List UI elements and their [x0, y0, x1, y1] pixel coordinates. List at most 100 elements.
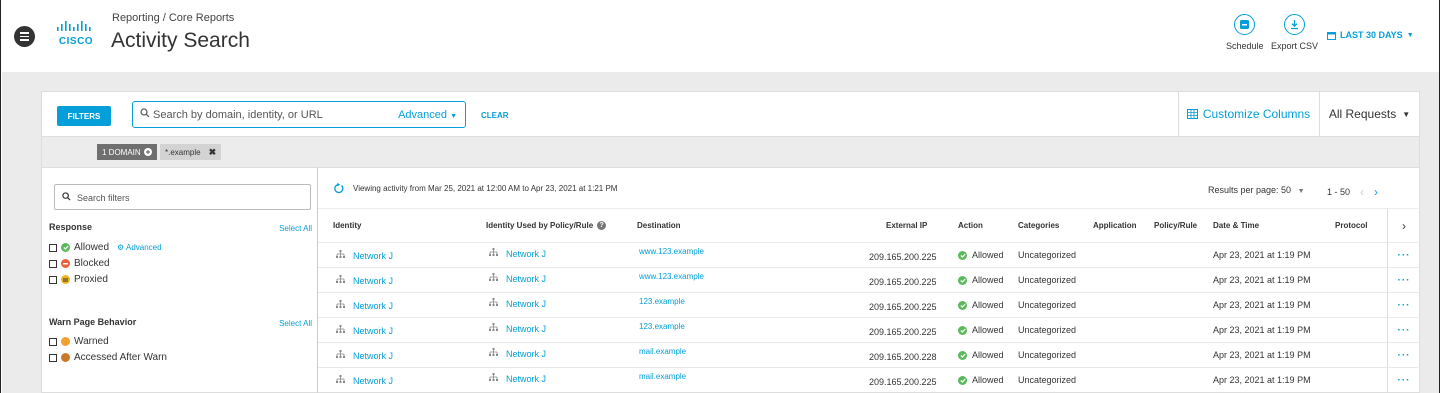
identity-cell[interactable]: Network J	[336, 375, 393, 386]
policy-identity-link[interactable]: Network J	[506, 324, 546, 334]
identity-cell[interactable]: Network J	[336, 325, 393, 336]
prev-page-icon[interactable]: ‹	[1360, 185, 1364, 199]
table-row[interactable]: Network J Network J mail.example 209.165.20…	[318, 342, 1420, 367]
policy-identity-cell[interactable]: Network J	[489, 348, 546, 359]
filter-option-allowed[interactable]: Allowed ⚙ Advanced	[49, 242, 162, 253]
accessed-status-icon	[61, 353, 70, 362]
filter-option-warned[interactable]: Warned	[49, 336, 109, 347]
policy-identity-link[interactable]: Network J	[506, 274, 546, 284]
domain-filter-chip[interactable]: 1 DOMAIN	[97, 144, 157, 160]
table-row[interactable]: Network J Network J www.123.example 209.165…	[318, 242, 1420, 267]
identity-link[interactable]: Network J	[353, 301, 393, 311]
policy-identity-cell[interactable]: Network J	[489, 323, 546, 334]
response-section-title: Response	[49, 222, 93, 232]
row-menu-icon[interactable]: ···	[1387, 293, 1420, 317]
activity-search-input[interactable]	[153, 106, 393, 124]
date-range-dropdown[interactable]: LAST 30 DAYS ▼	[1327, 30, 1414, 40]
export-csv-button[interactable]: Export CSV	[1271, 14, 1318, 51]
identity-link[interactable]: Network J	[353, 376, 393, 386]
results-panel: Viewing activity from Mar 25, 2021 at 12…	[318, 167, 1420, 393]
column-header-identity-used[interactable]: Identity Used by Policy/Rule ?	[486, 221, 607, 230]
advanced-link[interactable]: ⚙ Advanced	[117, 243, 162, 252]
checkbox[interactable]	[49, 259, 57, 268]
column-header-action[interactable]: Action	[958, 221, 983, 230]
results-per-page-select[interactable]: Results per page: 50 ▼	[1208, 185, 1305, 195]
export-csv-label: Export CSV	[1271, 41, 1319, 51]
schedule-button[interactable]: Schedule	[1226, 14, 1264, 51]
add-icon[interactable]	[143, 148, 152, 156]
policy-identity-cell[interactable]: Network J	[489, 298, 546, 309]
column-header-destination[interactable]: Destination	[637, 221, 681, 230]
network-icon	[489, 348, 498, 359]
all-requests-dropdown[interactable]: All Requests ▼	[1319, 92, 1419, 136]
destination-link[interactable]: www.123.example	[639, 272, 704, 281]
filter-option-accessed-after-warn[interactable]: Accessed After Warn	[49, 352, 167, 363]
action-cell: Allowed	[958, 375, 1004, 385]
destination-link[interactable]: mail.example	[639, 372, 686, 381]
cisco-logo[interactable]: CISCO	[55, 20, 97, 48]
policy-identity-link[interactable]: Network J	[506, 299, 546, 309]
table-row[interactable]: Network J Network J www.123.example 209.165…	[318, 267, 1420, 292]
column-header-date-time[interactable]: Date & Time	[1213, 221, 1259, 230]
policy-identity-link[interactable]: Network J	[506, 374, 546, 384]
policy-identity-link[interactable]: Network J	[506, 349, 546, 359]
network-icon	[489, 298, 498, 309]
filter-option-blocked[interactable]: Blocked	[49, 258, 110, 269]
destination-link[interactable]: www.123.example	[639, 247, 704, 256]
identity-cell[interactable]: Network J	[336, 300, 393, 311]
domain-value-chip[interactable]: *.example ✖	[160, 144, 222, 160]
identity-link[interactable]: Network J	[353, 276, 393, 286]
column-header-categories[interactable]: Categories	[1018, 221, 1059, 230]
destination-link[interactable]: mail.example	[639, 347, 686, 356]
column-header-policy-rule[interactable]: Policy/Rule	[1154, 221, 1197, 230]
customize-columns-button[interactable]: Customize Columns	[1178, 92, 1318, 136]
row-menu-icon[interactable]: ···	[1387, 368, 1420, 392]
refresh-icon[interactable]	[333, 183, 344, 194]
identity-cell[interactable]: Network J	[336, 350, 393, 361]
filters-button[interactable]: FILTERS	[57, 106, 111, 126]
hamburger-menu-icon[interactable]	[14, 26, 35, 47]
help-icon[interactable]: ?	[597, 221, 607, 230]
checkbox[interactable]	[49, 337, 57, 346]
policy-identity-cell[interactable]: Network J	[489, 273, 546, 284]
table-row[interactable]: Network J Network J 123.example 209.165.200…	[318, 292, 1420, 317]
row-menu-icon[interactable]: ···	[1387, 268, 1420, 292]
warn-select-all[interactable]: Select All	[279, 319, 312, 328]
checkbox[interactable]	[49, 353, 57, 362]
identity-link[interactable]: Network J	[353, 251, 393, 261]
response-select-all[interactable]: Select All	[279, 224, 312, 233]
allowed-status-icon	[958, 275, 967, 285]
scroll-columns-right-icon[interactable]: ›	[1387, 209, 1420, 242]
column-header-identity[interactable]: Identity	[333, 221, 361, 230]
destination-link[interactable]: 123.example	[639, 297, 685, 306]
row-menu-icon[interactable]: ···	[1387, 318, 1420, 342]
advanced-search-dropdown[interactable]: Advanced ▼	[398, 109, 457, 121]
action-label: Allowed	[972, 325, 1004, 335]
column-header-protocol[interactable]: Protocol	[1335, 221, 1367, 230]
table-row[interactable]: Network J Network J mail.example 209.165.20…	[318, 367, 1420, 392]
policy-identity-cell[interactable]: Network J	[489, 248, 546, 259]
destination-link[interactable]: 123.example	[639, 322, 685, 331]
table-row[interactable]: Network J Network J 123.example 209.165.200…	[318, 317, 1420, 342]
action-cell: Allowed	[958, 325, 1004, 335]
clear-button[interactable]: CLEAR	[481, 111, 509, 120]
policy-identity-link[interactable]: Network J	[506, 249, 546, 259]
network-icon	[489, 323, 498, 334]
filter-option-proxied[interactable]: Proxied	[49, 274, 108, 285]
advanced-link-label: Advanced	[125, 243, 162, 252]
row-menu-icon[interactable]: ···	[1387, 243, 1420, 267]
checkbox[interactable]	[49, 275, 57, 284]
policy-identity-cell[interactable]: Network J	[489, 373, 546, 384]
identity-cell[interactable]: Network J	[336, 275, 393, 286]
checkbox[interactable]	[49, 243, 57, 252]
column-header-application[interactable]: Application	[1093, 221, 1137, 230]
column-header-external-ip[interactable]: External IP	[886, 221, 927, 230]
search-filters-input[interactable]	[77, 190, 297, 206]
breadcrumb[interactable]: Reporting / Core Reports	[112, 12, 234, 24]
remove-icon[interactable]: ✖	[209, 147, 217, 158]
identity-link[interactable]: Network J	[353, 326, 393, 336]
row-menu-icon[interactable]: ···	[1387, 343, 1420, 367]
next-page-icon[interactable]: ›	[1374, 185, 1378, 199]
identity-cell[interactable]: Network J	[336, 250, 393, 261]
identity-link[interactable]: Network J	[353, 351, 393, 361]
